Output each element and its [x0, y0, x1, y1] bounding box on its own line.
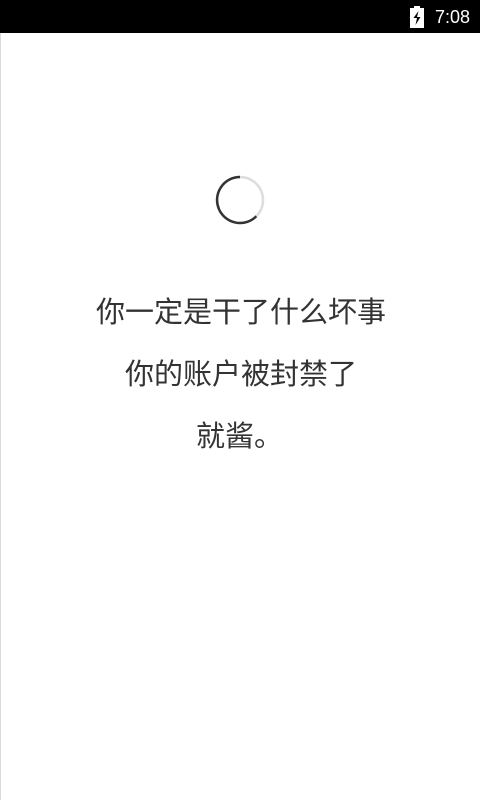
- ban-message-line-2: 你的账户被封禁了: [124, 357, 357, 391]
- loading-spinner-icon: [215, 175, 265, 225]
- ban-message-line-3: 就酱。: [196, 419, 284, 453]
- battery-charging-icon: [410, 6, 424, 28]
- status-bar: 7:08: [0, 0, 480, 33]
- ban-message-line-1: 你一定是干了什么坏事: [95, 295, 386, 329]
- ban-screen: 你一定是干了什么坏事 你的账户被封禁了 就酱。: [0, 33, 480, 800]
- status-clock: 7:08: [434, 7, 470, 27]
